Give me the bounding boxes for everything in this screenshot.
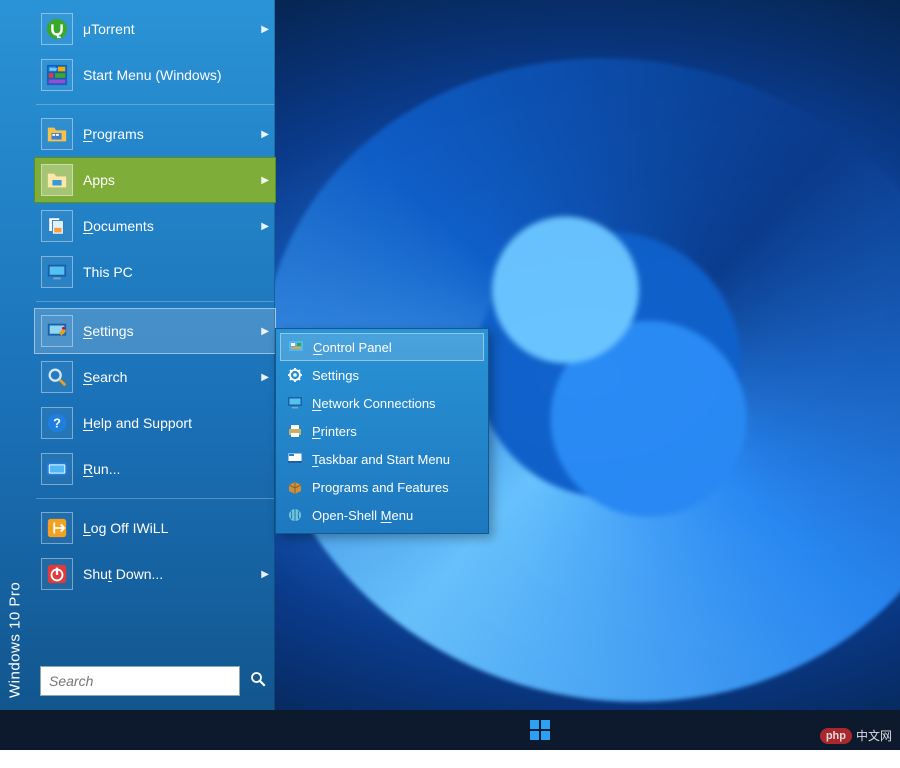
chevron-right-icon: ▶ — [261, 221, 269, 232]
menu-item-run[interactable]: Run... — [34, 446, 276, 492]
settings-icon — [41, 315, 73, 347]
menu-item-label: Help and Support — [83, 415, 192, 431]
menu-item-label: Apps — [83, 172, 115, 188]
menu-item-shutdown[interactable]: Shut Down... ▶ — [34, 551, 276, 597]
submenu-item-openshell[interactable]: Open-Shell Menu — [280, 501, 484, 529]
chevron-right-icon: ▶ — [261, 569, 269, 580]
chevron-right-icon: ▶ — [261, 175, 269, 186]
logoff-icon — [41, 512, 73, 544]
menu-item-label: μTorrent — [83, 21, 135, 37]
separator — [36, 498, 274, 499]
submenu-item-label: Printers — [312, 424, 357, 439]
watermark: php 中文网 — [820, 727, 892, 744]
utorrent-icon — [41, 13, 73, 45]
os-vertical-label: Windows 10 Pro — [0, 0, 30, 710]
shell-icon — [286, 506, 304, 524]
watermark-text: 中文网 — [856, 727, 892, 744]
menu-item-settings[interactable]: Settings ▶ — [34, 308, 276, 354]
submenu-item-label: Programs and Features — [312, 480, 449, 495]
start-menu: Windows 10 Pro μTorrent ▶ Start Start Me… — [0, 0, 275, 710]
menu-item-label: Search — [83, 369, 127, 385]
submenu-item-control-panel[interactable]: Control Panel — [280, 333, 484, 361]
search-icon — [41, 361, 73, 393]
menu-item-label: Programs — [83, 126, 144, 142]
network-icon — [286, 394, 304, 412]
startmenu-tiles-icon: Start — [41, 59, 73, 91]
menu-item-label: Settings — [83, 323, 134, 339]
submenu-item-programs-features[interactable]: Programs and Features — [280, 473, 484, 501]
menu-item-documents[interactable]: Documents ▶ — [34, 203, 276, 249]
gear-icon — [286, 366, 304, 384]
chevron-right-icon: ▶ — [261, 24, 269, 35]
documents-icon — [41, 210, 73, 242]
folder-apps-icon — [41, 164, 73, 196]
submenu-item-network[interactable]: Network Connections — [280, 389, 484, 417]
computer-icon — [41, 256, 73, 288]
search-input[interactable] — [40, 666, 240, 696]
menu-item-logoff[interactable]: Log Off IWiLL — [34, 505, 276, 551]
svg-text:Start: Start — [50, 67, 58, 71]
submenu-item-taskbar[interactable]: Taskbar and Start Menu — [280, 445, 484, 473]
menu-item-programs[interactable]: Programs ▶ — [34, 111, 276, 157]
menu-item-utorrent[interactable]: μTorrent ▶ — [34, 6, 276, 52]
help-icon: ? — [41, 407, 73, 439]
menu-item-search[interactable]: Search ▶ — [34, 354, 276, 400]
printer-icon — [286, 422, 304, 440]
chevron-right-icon: ▶ — [261, 129, 269, 140]
control-panel-icon — [287, 338, 305, 356]
folder-programs-icon — [41, 118, 73, 150]
taskbar[interactable]: php 中文网 — [0, 710, 900, 750]
menu-item-label: This PC — [83, 264, 133, 280]
start-menu-column: μTorrent ▶ Start Start Menu (Windows) Pr… — [30, 0, 280, 710]
submenu-item-label: Open-Shell Menu — [312, 508, 413, 523]
submenu-item-label: Settings — [312, 368, 359, 383]
menu-item-label: Documents — [83, 218, 154, 234]
taskbar-center — [530, 720, 550, 740]
menu-item-label: Shut Down... — [83, 566, 163, 582]
submenu-item-label: Taskbar and Start Menu — [312, 452, 450, 467]
chevron-right-icon: ▶ — [261, 372, 269, 383]
submenu-item-label: Network Connections — [312, 396, 436, 411]
search-button[interactable] — [246, 670, 270, 693]
separator — [36, 104, 274, 105]
separator — [36, 301, 274, 302]
watermark-badge: php — [820, 728, 852, 744]
menu-item-startmenu-windows[interactable]: Start Start Menu (Windows) — [34, 52, 276, 98]
svg-text:?: ? — [53, 416, 61, 431]
settings-submenu: Control Panel Settings Network Connectio… — [275, 328, 489, 534]
menu-item-thispc[interactable]: This PC — [34, 249, 276, 295]
start-button[interactable] — [530, 720, 550, 740]
menu-item-help[interactable]: ? Help and Support — [34, 400, 276, 446]
submenu-item-settings[interactable]: Settings — [280, 361, 484, 389]
run-icon — [41, 453, 73, 485]
menu-item-label: Start Menu (Windows) — [83, 67, 221, 83]
programs-features-icon — [286, 478, 304, 496]
submenu-item-label: Control Panel — [313, 340, 392, 355]
menu-item-apps[interactable]: Apps ▶ — [34, 157, 276, 203]
search-row — [34, 660, 276, 704]
taskbar-icon — [286, 450, 304, 468]
chevron-right-icon: ▶ — [261, 326, 269, 337]
menu-item-label: Run... — [83, 461, 120, 477]
shutdown-icon — [41, 558, 73, 590]
submenu-item-printers[interactable]: Printers — [280, 417, 484, 445]
menu-item-label: Log Off IWiLL — [83, 520, 168, 536]
